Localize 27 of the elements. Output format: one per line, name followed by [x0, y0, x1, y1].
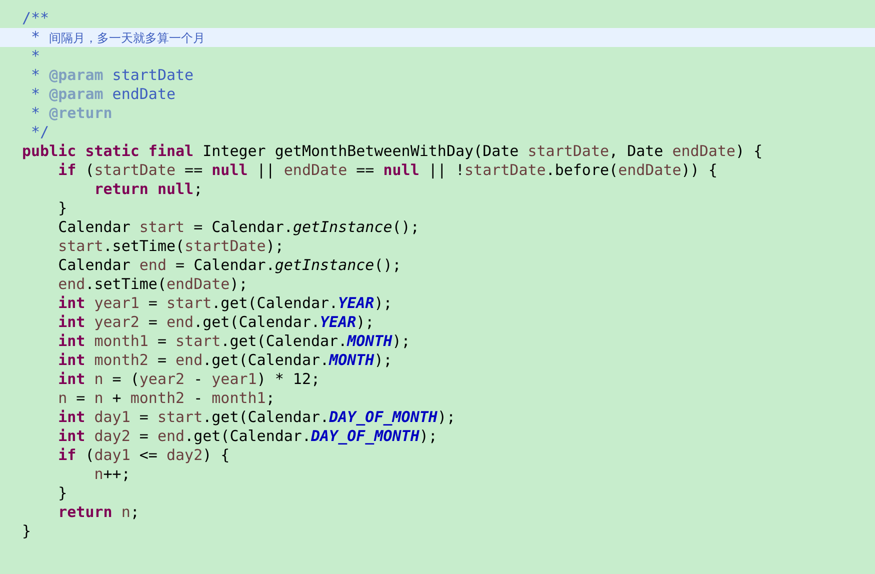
code-line: n++;: [93, 465, 132, 484]
code-line: * @param startDate: [30, 66, 195, 85]
code-line: n = n + month2 - month1;: [57, 389, 276, 408]
code-line: int year2 = end.get(Calendar.YEAR);: [57, 313, 376, 332]
code-line: /**: [21, 9, 50, 28]
code-line: int month1 = start.get(Calendar.MONTH);: [57, 332, 412, 351]
code-line: int day2 = end.get(Calendar.DAY_OF_MONTH);: [57, 427, 438, 446]
code-line: int day1 = start.get(Calendar.DAY_OF_MONTH);: [57, 408, 456, 427]
code-line: int n = (year2 - year1) * 12;: [57, 370, 322, 389]
code-line: *: [30, 47, 42, 66]
code-line: * @param endDate: [30, 85, 177, 104]
code-line: if (startDate == null || endDate == null || !startDate.before(endDate)) {: [57, 161, 718, 180]
code-line: return null;: [93, 180, 204, 199]
code-line: end.setTime(endDate);: [57, 275, 249, 294]
code-line: if (day1 <= day2) {: [57, 446, 231, 465]
code-line: int month2 = end.get(Calendar.MONTH);: [57, 351, 394, 370]
code-line: * @return: [30, 104, 114, 123]
code-line: Calendar start = Calendar.getInstance();: [57, 218, 420, 237]
code-line: public static final Integer getMonthBetweenWithDay(Date startDate, Date endDate) {: [21, 142, 764, 161]
code-line: }: [21, 522, 32, 541]
code-line: int year1 = start.get(Calendar.YEAR);: [57, 294, 394, 313]
code-line: return n;: [57, 503, 140, 522]
code-line: */: [30, 123, 50, 142]
code-line: start.setTime(startDate);: [57, 237, 285, 256]
code-line: Calendar end = Calendar.getInstance();: [57, 256, 402, 275]
code-line: }: [57, 199, 68, 218]
code-line: }: [57, 484, 68, 503]
